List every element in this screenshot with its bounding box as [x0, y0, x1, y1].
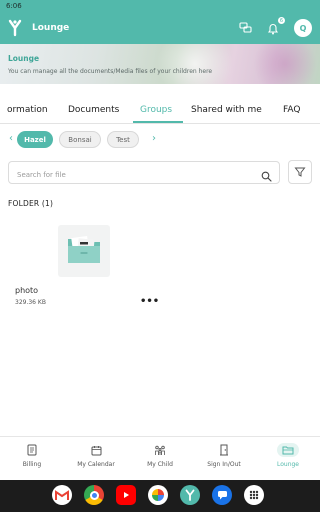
folder-name[interactable]: photo	[15, 286, 38, 295]
tab-bar: ormation Documents Groups Shared with me…	[0, 100, 320, 124]
folder-heading: FOLDER (1)	[8, 199, 54, 208]
chip-test[interactable]: Test	[107, 131, 139, 148]
nav-sign-in-out[interactable]: Sign In/Out	[202, 437, 246, 481]
app-drawer-icon[interactable]	[244, 485, 264, 505]
nav-my-child[interactable]: My Child	[140, 437, 180, 481]
tab-information[interactable]: ormation	[7, 105, 48, 115]
youtube-icon[interactable]	[116, 485, 136, 505]
header-banner: Lounge You can manage all the documents/…	[0, 44, 320, 84]
banner-subtitle: You can manage all the documents/Media f…	[8, 68, 213, 75]
system-taskbar	[0, 480, 320, 512]
chip-label: Bonsai	[68, 135, 92, 144]
folder-thumbnail[interactable]	[58, 225, 110, 277]
filter-icon	[294, 163, 306, 182]
billing-icon	[22, 443, 42, 457]
photos-icon[interactable]	[148, 485, 168, 505]
search-input[interactable]	[9, 164, 249, 186]
folder-size: 329.36 KB	[15, 299, 46, 306]
nav-lounge[interactable]: Lounge	[270, 437, 306, 481]
app-dock	[50, 485, 272, 507]
search-icon[interactable]	[261, 167, 272, 182]
chip-bonsai[interactable]: Bonsai	[59, 131, 101, 148]
notification-badge: 6	[277, 16, 286, 25]
nav-label: My Calendar	[77, 461, 115, 468]
app-title: Lounge	[32, 23, 70, 33]
child-icon	[150, 443, 170, 457]
status-time: 6:06	[6, 2, 22, 10]
active-tab-indicator	[133, 121, 183, 123]
chip-label: Test	[116, 135, 130, 144]
status-bar: 6:06	[0, 0, 320, 12]
filter-button[interactable]	[288, 160, 312, 184]
calendar-icon	[86, 443, 106, 457]
chip-hazel[interactable]: Hazel	[17, 131, 53, 148]
chevron-right-icon[interactable]: ›	[152, 133, 156, 144]
door-icon	[214, 443, 234, 457]
chat-icon[interactable]	[238, 21, 252, 35]
app-bar: Lounge 6 Q	[0, 12, 320, 44]
gmail-icon[interactable]	[52, 485, 72, 505]
avatar[interactable]: Q	[294, 19, 312, 37]
app-actions: 6 Q	[238, 16, 312, 37]
group-chips: ‹ Hazel Bonsai Test ›	[0, 130, 320, 150]
app-logo-icon	[8, 19, 22, 37]
search-field	[8, 161, 280, 186]
chip-label: Hazel	[24, 135, 46, 144]
chevron-left-icon[interactable]: ‹	[9, 133, 13, 144]
app-logo-icon[interactable]	[180, 485, 200, 505]
chrome-icon[interactable]	[84, 485, 104, 505]
banner-title: Lounge	[8, 54, 40, 63]
messages-icon[interactable]	[212, 485, 232, 505]
nav-label: My Child	[147, 461, 173, 468]
nav-label: Billing	[22, 461, 42, 468]
nav-billing[interactable]: Billing	[12, 437, 52, 481]
lounge-icon	[277, 443, 299, 457]
tab-shared-with-me[interactable]: Shared with me	[191, 105, 262, 115]
nav-my-calendar[interactable]: My Calendar	[72, 437, 120, 481]
notification-bell-icon[interactable]: 6	[266, 16, 286, 35]
more-options-button[interactable]: •••	[140, 296, 159, 307]
nav-label: Sign In/Out	[207, 461, 241, 468]
tab-documents[interactable]: Documents	[68, 105, 119, 115]
nav-label: Lounge	[276, 461, 299, 468]
tab-groups[interactable]: Groups	[140, 105, 172, 115]
tab-faq[interactable]: FAQ	[283, 105, 300, 115]
folder-icon	[66, 233, 102, 269]
bottom-navigation: Billing My Calendar My Child Sign In/Out…	[0, 436, 320, 480]
